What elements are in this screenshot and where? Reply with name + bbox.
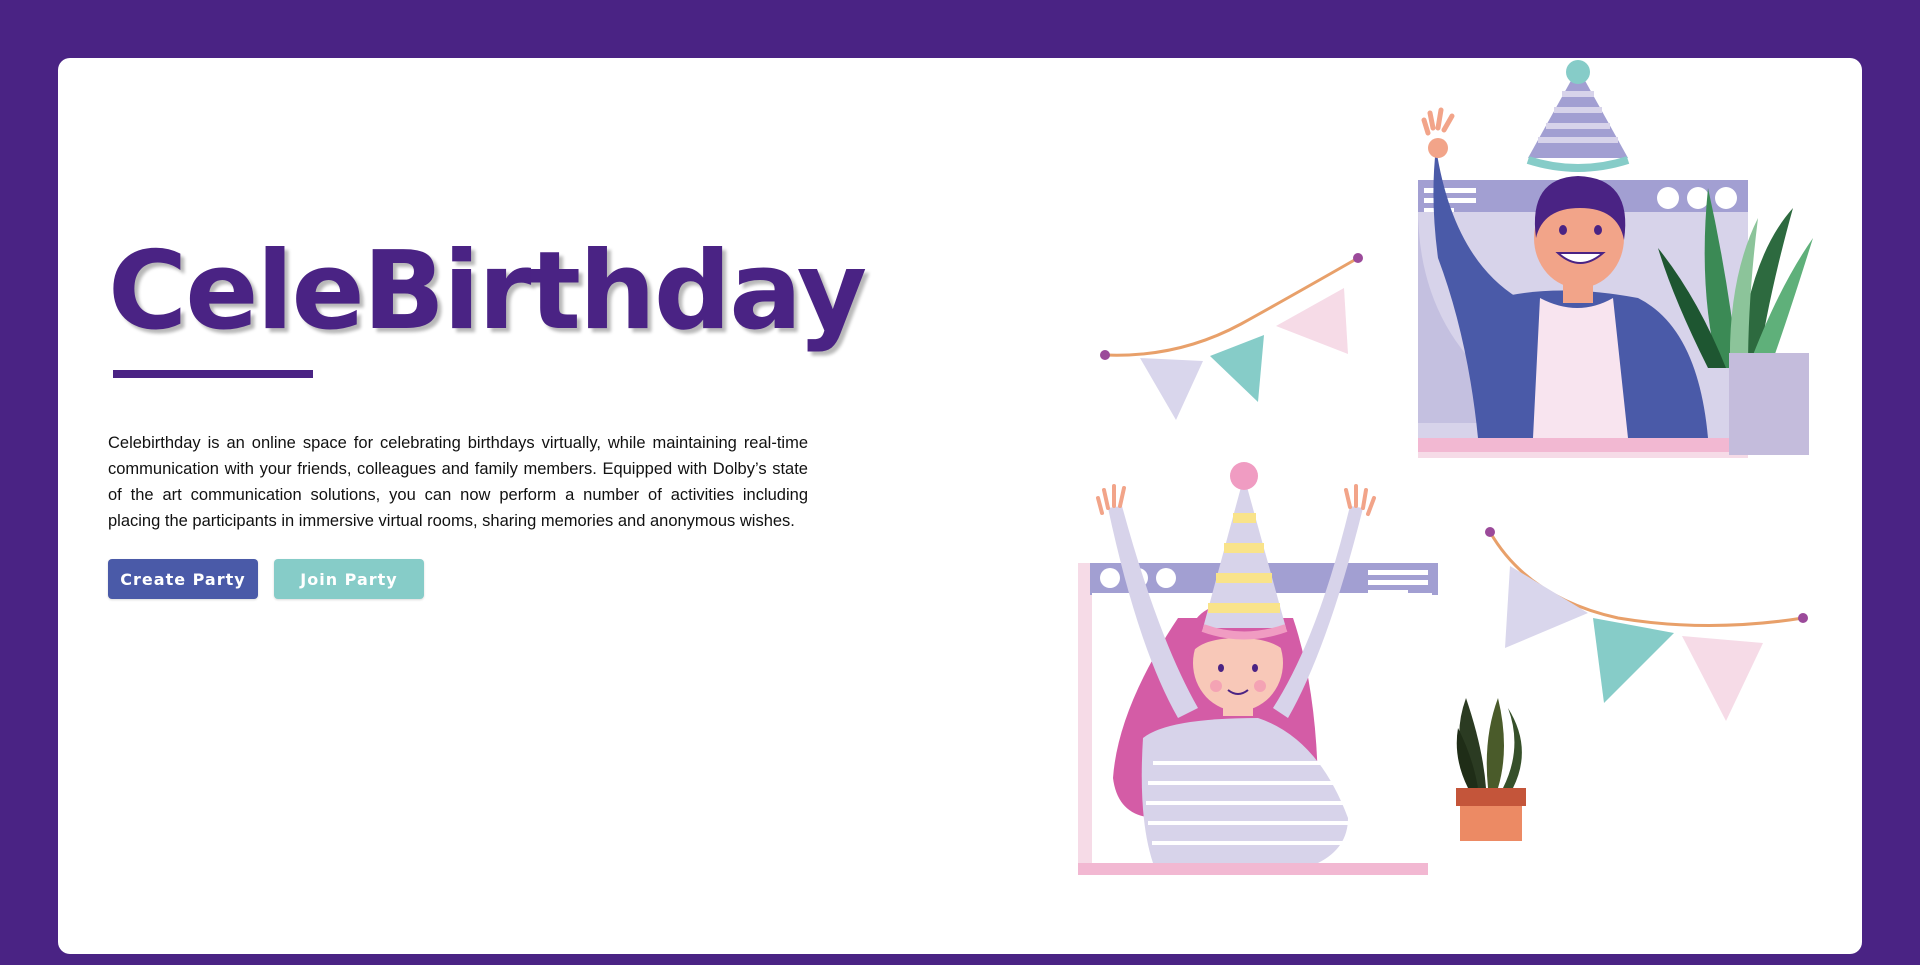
plant-icon: [1456, 698, 1526, 841]
bunting-icon: [1485, 527, 1808, 721]
main-card: CeleBirthday Celebirthday is an online s…: [58, 58, 1862, 954]
party-illustration: [1078, 60, 1813, 875]
bunting-icon: [1100, 253, 1363, 420]
